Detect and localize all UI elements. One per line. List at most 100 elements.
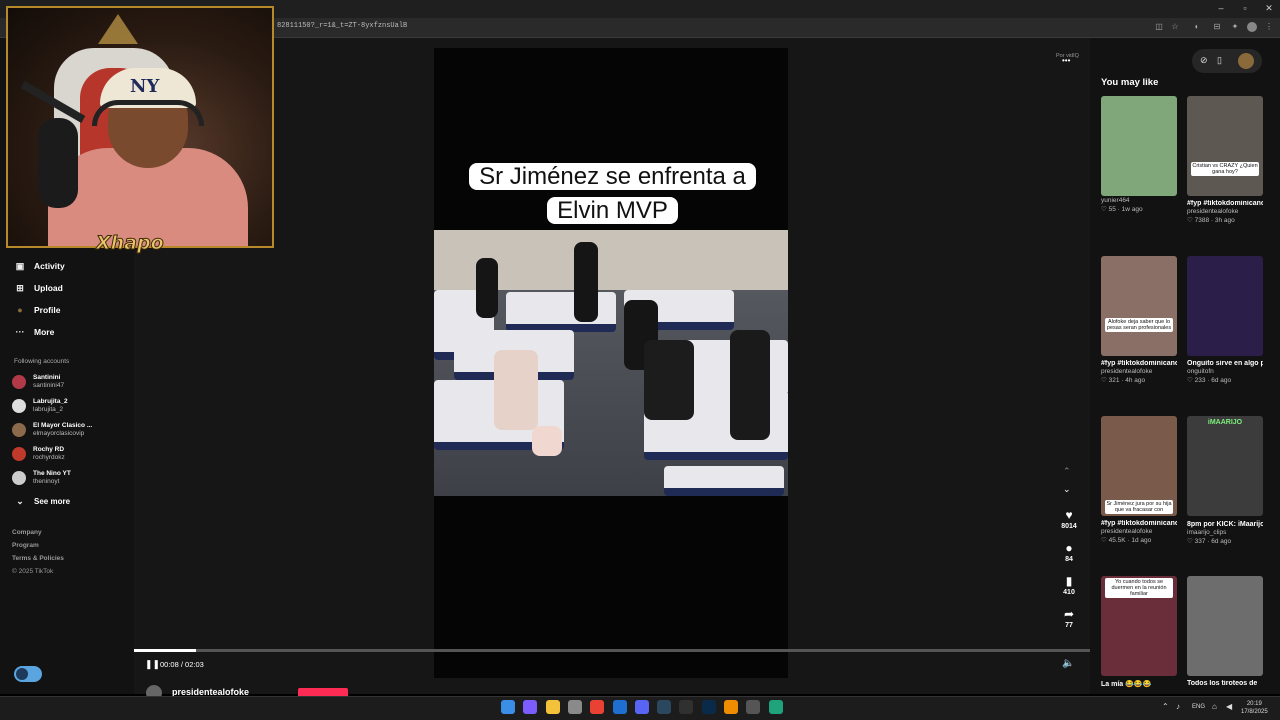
minimize-button[interactable]: – [1214, 3, 1228, 13]
card-author[interactable]: presidentealofoke [1101, 528, 1177, 535]
following-account[interactable]: The Nino YT theninoyt [12, 470, 71, 486]
video-time: 00:08 / 02:03 [160, 660, 204, 669]
recommended-video-card[interactable]: Cristian vs CRAZY ¿Quien gana hoy? #fyp … [1187, 96, 1263, 224]
video-more-options-icon[interactable]: ••• [1062, 56, 1070, 65]
video-thumbnail[interactable]: Yo cuando todos se duermen en la reunión… [1101, 576, 1177, 676]
bookmark-action[interactable]: ▮ 410 [1060, 574, 1078, 596]
video-thumbnail[interactable]: Cristian vs CRAZY ¿Quien gana hoy? [1187, 96, 1263, 196]
volume-icon[interactable]: 🔈 [1062, 658, 1074, 669]
comment-count: 84 [1065, 556, 1073, 563]
recommended-video-card[interactable]: Todos los tiroteos de [1187, 576, 1263, 687]
card-title[interactable]: Onguito sirve en algo por lo menos... [1187, 360, 1263, 367]
url-text[interactable]: 82811150?_r=1&_t=ZT-8yxfznsUalB [277, 22, 407, 30]
nav-profile[interactable]: ● Profile [14, 302, 60, 318]
nav-more[interactable]: ··· More [14, 324, 55, 340]
see-more-link[interactable]: ⌄ See more [14, 493, 70, 509]
account-name: El Mayor Clasico ... [33, 422, 93, 429]
outlook-icon[interactable] [613, 700, 627, 714]
recommended-video-card[interactable]: Sr Jiménez jura por su hija que va fraca… [1101, 416, 1177, 544]
following-account[interactable]: Labrujita_2 labrujita_2 [12, 398, 68, 414]
close-button[interactable]: ✕ [1262, 3, 1276, 14]
vlc-icon[interactable] [724, 700, 738, 714]
thumbnail-overlay-text: iMAARIJO [1207, 419, 1243, 426]
card-title[interactable]: 8pm por KICK: iMaarijo 💚 YT:... [1187, 520, 1263, 528]
heart-icon[interactable]: ♥ [1060, 508, 1078, 522]
following-account[interactable]: El Mayor Clasico ... elmayorclasicovip [12, 422, 92, 438]
extensions-puzzle-icon[interactable]: ✦ [1230, 22, 1240, 32]
card-title[interactable]: #fyp #tiktokdominicano... [1101, 520, 1177, 527]
card-author[interactable]: yunier464 [1101, 197, 1177, 204]
microphone-tray-icon[interactable]: ♪ [1176, 702, 1180, 711]
calculator-icon[interactable] [568, 700, 582, 714]
theme-toggle[interactable] [14, 666, 42, 682]
maximize-button[interactable]: ▫ [1238, 3, 1252, 13]
video-thumbnail[interactable] [1187, 256, 1263, 356]
video-thumbnail[interactable] [1101, 96, 1177, 196]
nav-upload[interactable]: ⊞ Upload [14, 280, 63, 296]
discord-icon[interactable] [635, 700, 649, 714]
copilot-icon[interactable] [523, 700, 537, 714]
chrome-alt-icon[interactable] [746, 700, 760, 714]
reader-mode-icon[interactable]: ◫ [1154, 22, 1164, 32]
user-avatar[interactable] [1238, 53, 1254, 69]
nav-activity[interactable]: ▣ Activity [14, 258, 65, 274]
card-title[interactable]: La mía 😂😂😂 [1101, 680, 1177, 688]
like-action[interactable]: ♥ 8014 [1060, 508, 1078, 530]
recommended-video-card[interactable]: Onguito sirve en algo por lo menos... on… [1187, 256, 1263, 384]
card-title[interactable]: Todos los tiroteos de [1187, 680, 1263, 687]
comment-action[interactable]: ● 84 [1060, 541, 1078, 563]
upload-icon: ⊞ [16, 283, 24, 293]
recommended-video-card[interactable]: Alofoke deja saber que lo pesas seran pr… [1101, 256, 1177, 384]
photoshop-icon[interactable] [702, 700, 716, 714]
file-explorer-icon[interactable] [546, 700, 560, 714]
card-author[interactable]: onguitofn [1187, 368, 1263, 375]
card-author[interactable]: presidentealofoke [1101, 368, 1177, 375]
windows-start-icon[interactable] [501, 700, 515, 714]
pause-icon[interactable]: ❚❚ [145, 659, 160, 670]
video-thumbnail[interactable]: iMAARIJO [1187, 416, 1263, 516]
video-thumbnail[interactable]: Alofoke deja saber que lo pesas seran pr… [1101, 256, 1177, 356]
recommended-video-card[interactable]: yunier464 ♡ 55 · 1w ago [1101, 96, 1177, 213]
footer-terms[interactable]: Terms & Policies [12, 555, 64, 562]
tv-icon[interactable]: ⊘ [1200, 55, 1208, 66]
account-handle: theninoyt [33, 478, 60, 485]
card-title[interactable]: #fyp #tiktokdominicano... [1187, 200, 1263, 207]
downloads-icon[interactable]: ⊟ [1212, 22, 1222, 32]
following-account[interactable]: Santinini santinini47 [12, 374, 64, 390]
bookmark-icon[interactable]: ▮ [1060, 574, 1078, 588]
browser-menu-icon[interactable]: ⋮ [1264, 22, 1274, 32]
footer-company[interactable]: Company [12, 529, 42, 536]
card-stats: ♡ 321 · 4h ago [1101, 377, 1146, 384]
next-video-icon[interactable]: ⌄ [1063, 484, 1071, 495]
tray-date: 17/8/2025 [1241, 709, 1268, 715]
steam-icon[interactable] [657, 700, 671, 714]
chrome-icon[interactable] [590, 700, 604, 714]
card-author[interactable]: presidentealofoke [1187, 208, 1263, 215]
recommended-video-card[interactable]: Yo cuando todos se duermen en la reunión… [1101, 576, 1177, 688]
language-indicator[interactable]: ENG [1192, 704, 1205, 710]
edge-icon[interactable] [769, 700, 783, 714]
card-title[interactable]: #fyp #tiktokdominicano... [1101, 360, 1177, 367]
caption-line-1: Sr Jiménez se enfrenta a [469, 163, 756, 190]
previous-video-icon[interactable]: ⌃ [1063, 466, 1071, 477]
share-icon[interactable]: ➦ [1060, 607, 1078, 621]
following-account[interactable]: Rochy RD rochyrdokz [12, 446, 65, 462]
phone-icon[interactable]: ▯ [1217, 55, 1222, 66]
video-thumbnail[interactable]: Sr Jiménez jura por su hija que va fraca… [1101, 416, 1177, 516]
extension-icon[interactable]: ◐ [1192, 22, 1202, 32]
tray-chevron-icon[interactable]: ⌃ [1162, 702, 1169, 711]
network-icon[interactable]: ⌂ [1212, 702, 1217, 711]
comment-icon[interactable]: ● [1060, 541, 1078, 555]
video-progress-bar[interactable] [134, 649, 1090, 652]
video-thumbnail[interactable] [1187, 576, 1263, 676]
obs-icon[interactable] [679, 700, 693, 714]
browser-profile-icon[interactable] [1247, 22, 1257, 32]
tray-clock[interactable]: 20:19 17/8/2025 [1241, 700, 1268, 716]
account-handle: santinini47 [33, 382, 65, 389]
footer-program[interactable]: Program [12, 542, 39, 549]
star-bookmark-icon[interactable]: ☆ [1170, 22, 1180, 32]
speaker-icon[interactable]: ◀ [1226, 702, 1232, 711]
card-author[interactable]: imaarijo_clips [1187, 529, 1263, 536]
share-action[interactable]: ➦ 77 [1060, 607, 1078, 629]
recommended-video-card[interactable]: iMAARIJO 8pm por KICK: iMaarijo 💚 YT:...… [1187, 416, 1263, 545]
